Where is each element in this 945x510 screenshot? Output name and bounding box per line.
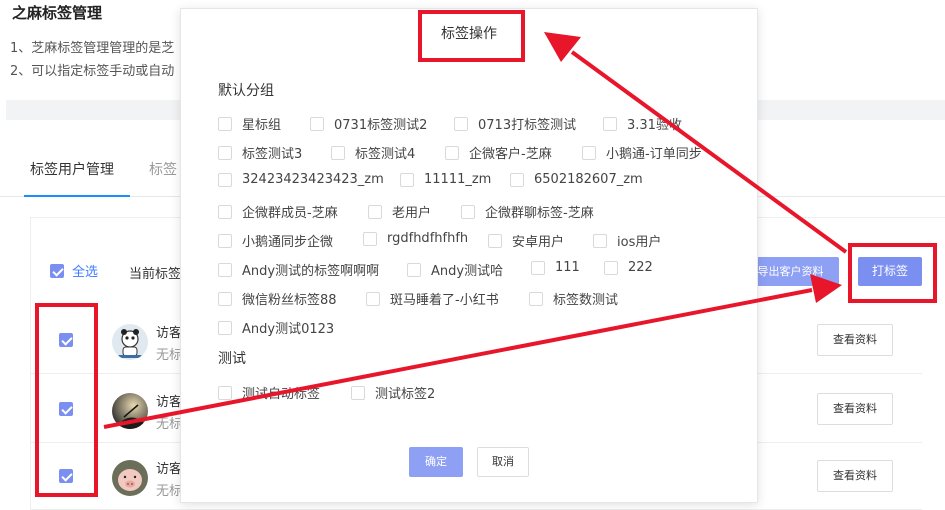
arrow-head-up-left-icon	[544, 32, 581, 62]
page: 之麻标签管理 1、芝麻标签管理管理的是芝 2、可以指定标签手动或自动 标签用户管…	[0, 0, 945, 510]
arrow-line-to-tag-button	[103, 288, 813, 429]
annotation-arrows	[103, 32, 848, 429]
arrow-head-right-icon	[810, 274, 842, 303]
arrow-line-to-modal-title	[570, 50, 848, 254]
